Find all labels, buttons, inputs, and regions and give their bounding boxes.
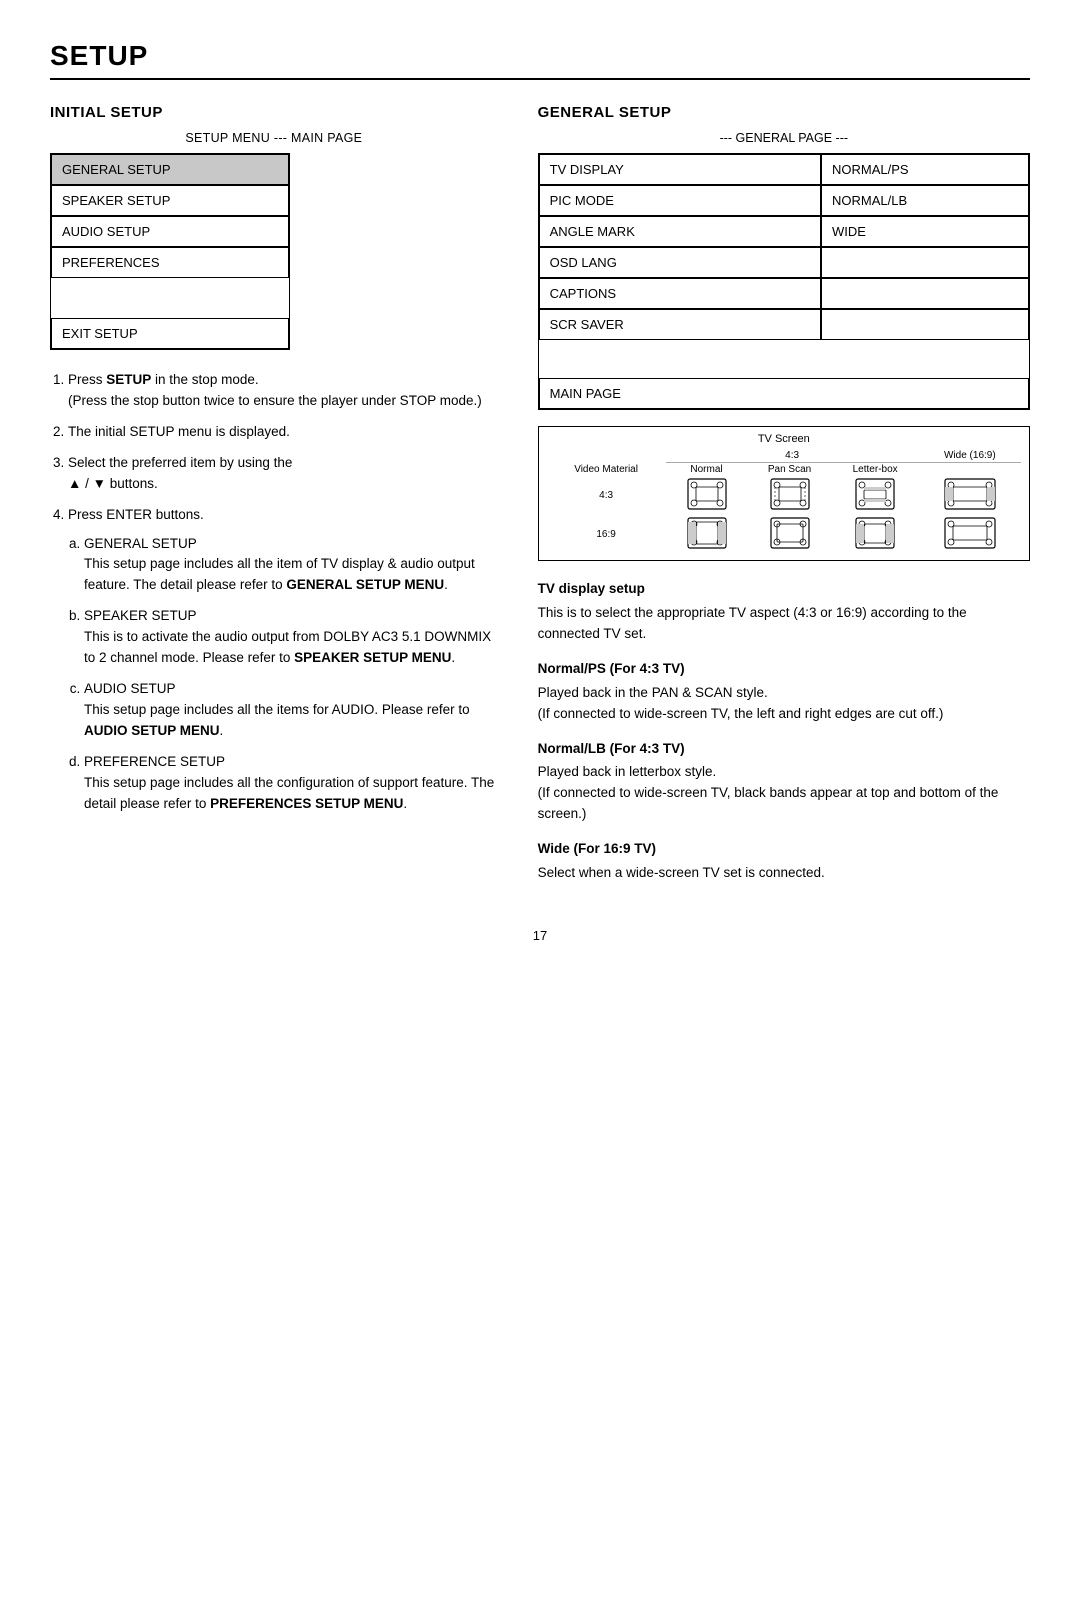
th-letterbox: Letter-box: [832, 463, 919, 477]
general-row-2: PIC MODE NORMAL/LB: [539, 185, 1029, 216]
page-number: 17: [50, 928, 1030, 943]
tv-screen-label: TV Screen: [547, 433, 1021, 445]
row-16-9-label: 16:9: [547, 515, 666, 554]
general-row-1: TV DISPLAY NORMAL/PS: [539, 154, 1029, 185]
desc-tv-display-text: This is to select the appropriate TV asp…: [538, 603, 1030, 645]
general-row-4: OSD LANG: [539, 247, 1029, 278]
th-wide2: [919, 463, 1021, 477]
initial-setup-title: INITIAL SETUP: [50, 104, 498, 121]
sub-a: GENERAL SETUP This setup page includes a…: [84, 534, 498, 597]
row-4-3-label: 4:3: [547, 476, 666, 515]
instruction-4: Press ENTER buttons. GENERAL SETUP This …: [68, 505, 498, 815]
th-wide: Wide (16:9): [919, 449, 1021, 463]
sub-c: AUDIO SETUP This setup page includes all…: [84, 679, 498, 742]
tv-diagram: TV Screen 4:3 Wide (16:9) Video Material…: [538, 426, 1030, 561]
general-page-label: --- GENERAL PAGE ---: [538, 131, 1030, 145]
cell-scr-saver-right: [821, 309, 1029, 340]
cell-osd-lang[interactable]: OSD LANG: [539, 247, 821, 278]
sub-d: PREFERENCE SETUP This setup page include…: [84, 752, 498, 815]
cell-normal-lb[interactable]: NORMAL/LB: [821, 185, 1029, 216]
general-row-6: SCR SAVER: [539, 309, 1029, 340]
desc-normal-ps-text: Played back in the PAN & SCAN style.(If …: [538, 683, 1030, 725]
screen-4-3-normal: [666, 476, 748, 515]
th-video-material: [547, 449, 666, 463]
desc-normal-ps: Normal/PS (For 4:3 TV) Played back in th…: [538, 659, 1030, 725]
screen-4-3-letterbox: [832, 476, 919, 515]
menu-item-preferences[interactable]: PREFERENCES: [51, 247, 289, 278]
screen-16-9-normal: [666, 515, 748, 554]
desc-wide-text: Select when a wide-screen TV set is conn…: [538, 863, 1030, 884]
tv-screen-table: 4:3 Wide (16:9) Video Material Normal Pa…: [547, 449, 1021, 554]
cell-normal-ps[interactable]: NORMAL/PS: [821, 154, 1029, 185]
general-menu-box: TV DISPLAY NORMAL/PS PIC MODE NORMAL/LB …: [538, 153, 1030, 410]
menu-item-audio[interactable]: AUDIO SETUP: [51, 216, 289, 247]
menu-item-speaker[interactable]: SPEAKER SETUP: [51, 185, 289, 216]
desc-tv-display-title: TV display setup: [538, 579, 1030, 600]
desc-wide: Wide (For 16:9 TV) Select when a wide-sc…: [538, 839, 1030, 884]
descriptions: TV display setup This is to select the a…: [538, 579, 1030, 884]
speaker-setup-menu-bold: SPEAKER SETUP MENU: [294, 650, 451, 665]
cell-scr-saver[interactable]: SCR SAVER: [539, 309, 821, 340]
desc-normal-lb-text: Played back in letterbox style.(If conne…: [538, 762, 1030, 825]
cell-tv-display[interactable]: TV DISPLAY: [539, 154, 821, 185]
desc-normal-ps-title: Normal/PS (For 4:3 TV): [538, 659, 1030, 680]
desc-normal-lb: Normal/LB (For 4:3 TV) Played back in le…: [538, 739, 1030, 826]
th-normal: Normal: [666, 463, 748, 477]
general-setup-title: GENERAL SETUP: [538, 104, 1030, 121]
general-row-5: CAPTIONS: [539, 278, 1029, 309]
menu-label: SETUP MENU --- MAIN PAGE: [50, 131, 498, 145]
desc-wide-title: Wide (For 16:9 TV): [538, 839, 1030, 860]
screen-4-3-panscan: [747, 476, 831, 515]
screen-16-9-panscan: [747, 515, 831, 554]
page-title: SETUP: [50, 40, 1030, 80]
general-spacer: [539, 340, 1029, 378]
instruction-1: Press SETUP in the stop mode. (Press the…: [68, 370, 498, 412]
th-4-3: 4:3: [666, 449, 919, 463]
cell-pic-mode[interactable]: PIC MODE: [539, 185, 821, 216]
desc-tv-display: TV display setup This is to select the a…: [538, 579, 1030, 645]
cell-angle-mark[interactable]: ANGLE MARK: [539, 216, 821, 247]
audio-setup-menu-bold: AUDIO SETUP MENU: [84, 723, 220, 738]
screen-16-9-wide: [919, 515, 1021, 554]
cell-osd-lang-right: [821, 247, 1029, 278]
cell-wide[interactable]: WIDE: [821, 216, 1029, 247]
menu-item-exit[interactable]: EXIT SETUP: [51, 318, 289, 349]
cell-main-page[interactable]: MAIN PAGE: [539, 378, 1029, 409]
sub-b: SPEAKER SETUP This is to activate the au…: [84, 606, 498, 669]
general-row-main: MAIN PAGE: [539, 378, 1029, 409]
screen-16-9-letterbox: [832, 515, 919, 554]
desc-normal-lb-title: Normal/LB (For 4:3 TV): [538, 739, 1030, 760]
instructions: Press SETUP in the stop mode. (Press the…: [50, 370, 498, 815]
menu-item-general[interactable]: GENERAL SETUP: [51, 154, 289, 185]
general-row-3: ANGLE MARK WIDE: [539, 216, 1029, 247]
setup-bold: SETUP: [106, 372, 151, 387]
preferences-setup-menu-bold: PREFERENCES SETUP MENU: [210, 796, 403, 811]
cell-captions-right: [821, 278, 1029, 309]
setup-menu-box: GENERAL SETUP SPEAKER SETUP AUDIO SETUP …: [50, 153, 290, 350]
right-column: GENERAL SETUP --- GENERAL PAGE --- TV DI…: [538, 104, 1030, 898]
cell-captions[interactable]: CAPTIONS: [539, 278, 821, 309]
instruction-2: The initial SETUP menu is displayed.: [68, 422, 498, 443]
screen-4-3-wide16-9: [919, 476, 1021, 515]
th-vm-label: Video Material: [547, 463, 666, 477]
th-panscan: Pan Scan: [747, 463, 831, 477]
left-column: INITIAL SETUP SETUP MENU --- MAIN PAGE G…: [50, 104, 498, 825]
instruction-3: Select the preferred item by using the▲ …: [68, 453, 498, 495]
general-setup-menu-bold: GENERAL SETUP MENU: [286, 577, 444, 592]
